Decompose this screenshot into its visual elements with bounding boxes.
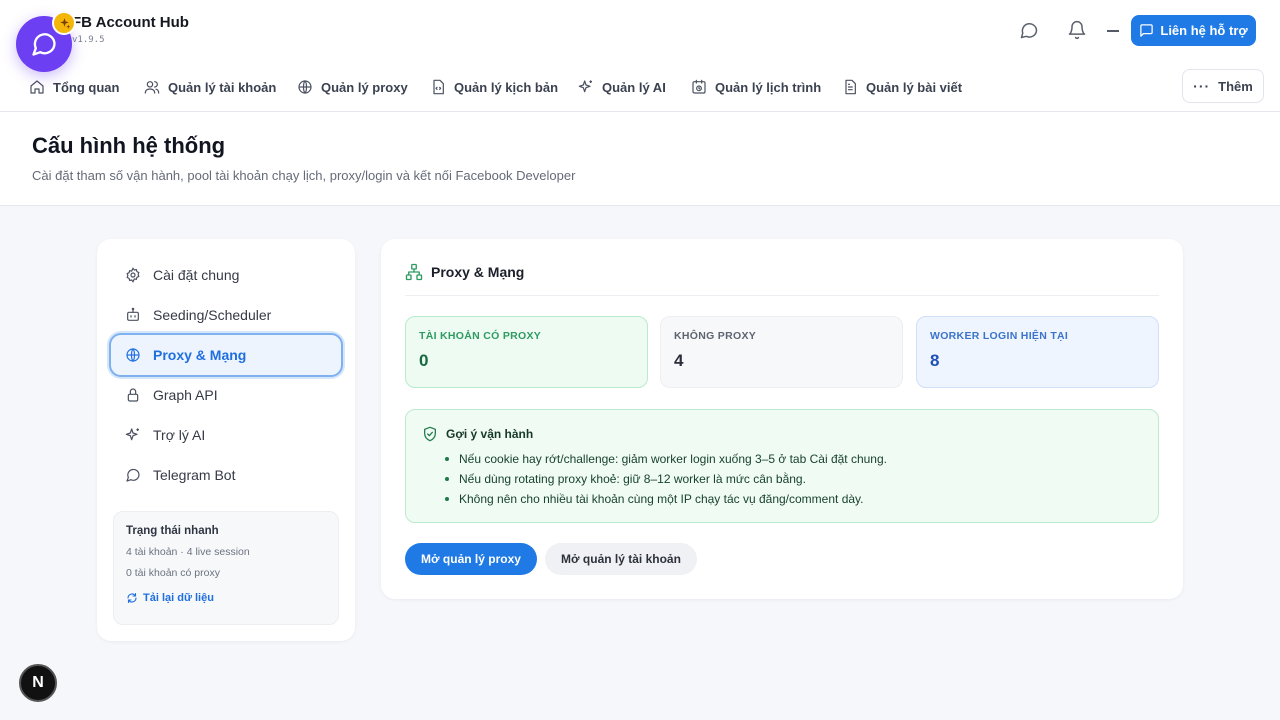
gear-icon (126, 267, 140, 283)
more-button[interactable]: ··· Thêm (1182, 69, 1264, 103)
nav-label: Tổng quan (53, 79, 120, 95)
tips-header: Gợi ý vận hành (422, 426, 1142, 442)
open-account-manager-button[interactable]: Mở quản lý tài khoản (545, 543, 697, 575)
quick-status: Trạng thái nhanh 4 tài khoản · 4 live se… (113, 511, 339, 625)
nav-label: Quản lý tài khoản (168, 79, 277, 95)
panel-title: Proxy & Mạng (431, 264, 525, 280)
sparkle-badge-icon (52, 11, 76, 35)
proxy-network-panel: Proxy & Mạng TÀI KHOẢN CÓ PROXY 0 KHÔNG … (381, 239, 1183, 599)
sidebar-item-telegram[interactable]: Telegram Bot (109, 453, 343, 497)
sidebar-item-label: Telegram Bot (153, 467, 236, 483)
page-subtitle: Cài đặt tham số vận hành, pool tài khoản… (32, 168, 576, 183)
minimize-icon[interactable] (1107, 30, 1119, 32)
users-icon (144, 81, 160, 94)
sparkles-icon (578, 80, 592, 93)
stat-value: 4 (674, 351, 684, 370)
lock-icon (127, 388, 139, 402)
stat-label: KHÔNG PROXY (674, 330, 757, 342)
open-proxy-manager-button[interactable]: Mở quản lý proxy (405, 543, 537, 575)
stat-label: WORKER LOGIN HIỆN TẠI (930, 330, 1069, 342)
tips-list: Nếu cookie hay rớt/challenge: giảm worke… (422, 449, 1142, 509)
sidebar-item-label: Seeding/Scheduler (153, 307, 272, 323)
settings-sidebar: Cài đặt chung Seeding/Scheduler Proxy & … (97, 239, 355, 641)
tip-item: Không nên cho nhiều tài khoản cùng một I… (443, 489, 1142, 509)
globe-icon (126, 348, 140, 362)
status-title: Trạng thái nhanh (126, 525, 219, 537)
support-button[interactable]: Liên hệ hỗ trợ (1131, 15, 1256, 46)
nav-item-overview[interactable]: Tổng quan (29, 77, 119, 97)
nav-item-proxy[interactable]: Quản lý proxy (297, 77, 408, 97)
message-square-icon (1140, 24, 1154, 37)
sidebar-item-label: Cài đặt chung (153, 267, 240, 283)
n-badge-button[interactable]: N (19, 664, 57, 702)
nav-label: Quản lý kịch bản (454, 79, 559, 95)
bot-icon (127, 307, 139, 321)
stat-no-proxy: KHÔNG PROXY 4 (660, 316, 903, 388)
nav-item-schedule[interactable]: Quản lý lịch trình (691, 77, 821, 97)
nav-item-posts[interactable]: Quản lý bài viết (842, 77, 962, 97)
sidebar-item-ai-assistant[interactable]: Trợ lý AI (109, 413, 343, 457)
sidebar-item-label: Proxy & Mạng (153, 347, 247, 363)
tip-item: Nếu cookie hay rớt/challenge: giảm worke… (443, 449, 1142, 469)
nav-label: Quản lý AI (602, 79, 666, 95)
n-badge-label: N (32, 674, 44, 691)
network-icon (405, 263, 423, 281)
stat-value: 8 (930, 351, 940, 370)
app-version: v1.9.5 (72, 35, 105, 45)
more-label: Thêm (1218, 78, 1253, 94)
sidebar-item-label: Graph API (153, 387, 218, 403)
document-icon (845, 79, 856, 95)
operation-tips: Gợi ý vận hành Nếu cookie hay rớt/challe… (405, 409, 1159, 523)
message-circle-icon (32, 33, 56, 56)
tip-item: Nếu dùng rotating proxy khoẻ: giữ 8–12 w… (443, 469, 1142, 489)
ellipsis-icon: ··· (1193, 78, 1211, 94)
top-header: FB Account Hub v1.9.5 Liên hệ hỗ trợ (0, 0, 1280, 60)
sidebar-item-seeding[interactable]: Seeding/Scheduler (109, 293, 343, 337)
stat-login-workers: WORKER LOGIN HIỆN TẠI 8 (916, 316, 1159, 388)
script-file-icon (433, 79, 444, 95)
main-nav: Tổng quan Quản lý tài khoản Quản lý prox… (0, 60, 1280, 112)
home-icon (30, 80, 44, 94)
sidebar-item-general[interactable]: Cài đặt chung (109, 253, 343, 297)
sidebar-item-label: Trợ lý AI (153, 427, 206, 443)
tips-title: Gợi ý vận hành (446, 427, 534, 441)
status-accounts: 4 tài khoản · 4 live session (126, 546, 250, 558)
shield-check-icon (424, 426, 436, 442)
stat-label: TÀI KHOẢN CÓ PROXY (419, 330, 542, 342)
reload-label: Tải lại dữ liệu (143, 592, 214, 604)
globe-icon (298, 80, 312, 94)
nav-label: Quản lý proxy (321, 79, 408, 95)
app-title: FB Account Hub (72, 14, 189, 31)
brand: FB Account Hub v1.9.5 (72, 14, 189, 45)
sidebar-item-proxy-network[interactable]: Proxy & Mạng (109, 333, 343, 377)
reload-data-link[interactable]: Tải lại dữ liệu (126, 592, 326, 604)
nav-item-ai[interactable]: Quản lý AI (578, 77, 666, 97)
stat-value: 0 (419, 351, 429, 370)
chat-icon[interactable] (1018, 19, 1040, 41)
nav-item-accounts[interactable]: Quản lý tài khoản (144, 77, 276, 97)
support-label: Liên hệ hỗ trợ (1160, 23, 1248, 38)
status-proxies: 0 tài khoản có proxy (126, 567, 220, 579)
nav-label: Quản lý lịch trình (715, 79, 822, 95)
refresh-icon (127, 592, 137, 604)
panel-header: Proxy & Mạng (405, 263, 524, 281)
message-circle-icon (126, 468, 140, 482)
stat-with-proxy: TÀI KHOẢN CÓ PROXY 0 (405, 316, 648, 388)
bell-icon[interactable] (1066, 19, 1088, 41)
sparkles-icon (125, 428, 139, 441)
nav-item-scripts[interactable]: Quản lý kịch bản (430, 77, 558, 97)
nav-label: Quản lý bài viết (866, 79, 963, 95)
page-header: Cấu hình hệ thống Cài đặt tham số vận hà… (0, 112, 1280, 206)
calendar-clock-icon (692, 79, 706, 94)
divider (405, 295, 1159, 296)
page-title: Cấu hình hệ thống (32, 133, 226, 158)
sidebar-item-graph-api[interactable]: Graph API (109, 373, 343, 417)
